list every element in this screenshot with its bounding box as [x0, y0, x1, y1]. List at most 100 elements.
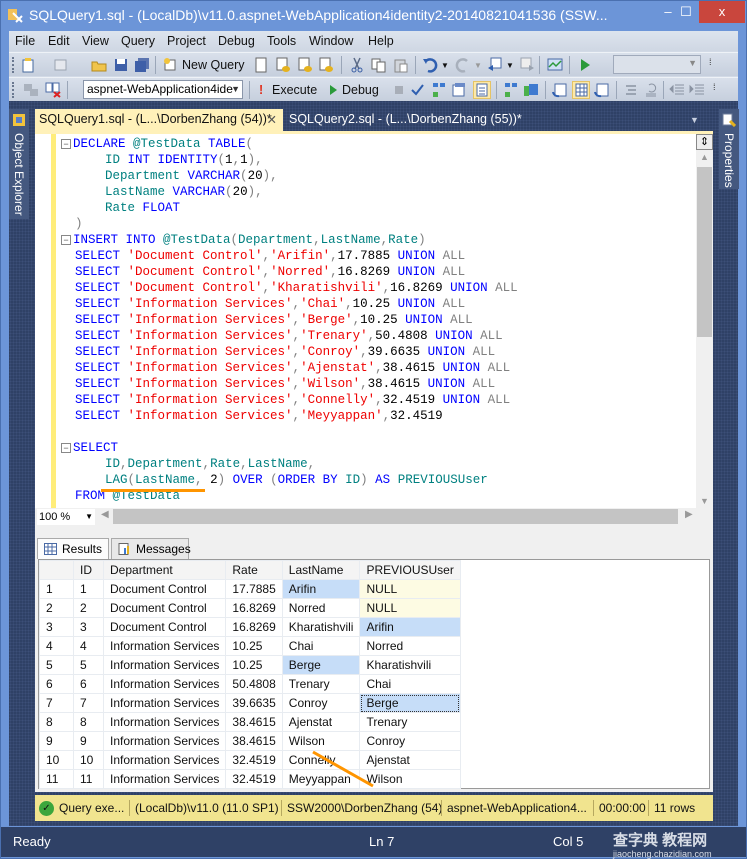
row-number[interactable]: 5 [39, 655, 74, 675]
display-estimated-plan-icon[interactable] [431, 82, 447, 98]
execute-icon[interactable]: ! [259, 83, 263, 97]
new-query-icon[interactable] [162, 57, 178, 73]
grid-cell[interactable]: 38.4615 [225, 731, 283, 751]
grid-cell[interactable]: Conroy [359, 731, 461, 751]
tab-sqlquery2[interactable]: SQLQuery2.sql - (L...\DorbenZhang (55))* [285, 109, 526, 131]
grid-cell[interactable]: Norred [359, 636, 461, 656]
table-row[interactable]: 10 10 Information Services 32.4519 Connelly A… [39, 750, 461, 770]
menu-help[interactable]: Help [368, 34, 394, 48]
table-row[interactable]: 9 9 Information Services 38.4615 Wilson Conro… [39, 731, 461, 751]
grid-cell[interactable]: Information Services [102, 674, 227, 694]
row-number[interactable]: 4 [39, 636, 74, 656]
tab-sqlquery1[interactable]: SQLQuery1.sql - (L...\DorbenZhang (54))*… [35, 109, 283, 131]
grid-cell[interactable]: 9 [73, 731, 104, 751]
grid-cell[interactable]: 32.4519 [225, 769, 283, 789]
grid-cell[interactable]: Chai [281, 636, 361, 656]
connect-icon[interactable] [23, 82, 39, 98]
grid-cell[interactable]: Ajenstat [359, 750, 461, 770]
sql-editor[interactable]: − DECLARE @TestData TABLE( ID INT IDENTIT… [35, 131, 713, 508]
grid-cell[interactable]: Conroy [281, 693, 361, 713]
grid-cell[interactable]: 16.8269 [225, 617, 283, 637]
menu-debug[interactable]: Debug [218, 34, 255, 48]
available-databases-select[interactable]: aspnet-WebApplication4ide ▼ [83, 80, 243, 99]
include-actual-plan-icon[interactable] [503, 82, 519, 98]
grid-cell[interactable]: 7 [73, 693, 104, 713]
row-number[interactable]: 7 [39, 693, 74, 713]
redo-icon[interactable] [455, 57, 471, 73]
menu-tools[interactable]: Tools [267, 34, 296, 48]
table-row[interactable]: 2 2 Document Control 16.8269 Norred NULL [39, 598, 461, 618]
table-row[interactable]: 6 6 Information Services 50.4808 Trenary Chai [39, 674, 461, 694]
disconnect-icon[interactable] [45, 82, 61, 98]
row-number[interactable]: 10 [39, 750, 74, 770]
grid-cell[interactable]: 11 [73, 769, 104, 789]
grid-cell[interactable]: Information Services [102, 731, 227, 751]
results-to-text-icon[interactable] [552, 82, 568, 98]
debug-play-icon[interactable] [325, 82, 341, 98]
grid-cell[interactable]: Trenary [281, 674, 361, 694]
grid-cell[interactable]: 3 [73, 617, 104, 637]
execute-button[interactable]: Execute [272, 83, 317, 97]
increase-indent-icon[interactable] [689, 82, 705, 98]
column-header[interactable]: PREVIOUSUser [359, 560, 461, 580]
collapse-region-icon[interactable]: − [61, 443, 71, 453]
grid-cell[interactable]: Berge [281, 655, 361, 675]
collapse-region-icon[interactable]: − [61, 139, 71, 149]
intellisense-enabled-icon[interactable] [473, 81, 491, 99]
results-to-file-icon[interactable] [594, 82, 610, 98]
grid-cell[interactable]: 39.6635 [225, 693, 283, 713]
scroll-left-icon[interactable]: ◀ [101, 509, 109, 520]
menu-query[interactable]: Query [121, 34, 155, 48]
menu-edit[interactable]: Edit [48, 34, 70, 48]
grid-cell[interactable]: Wilson [281, 731, 361, 751]
object-explorer-tab[interactable]: Object Explorer [9, 109, 29, 219]
row-number[interactable]: 8 [39, 712, 74, 732]
grid-cell[interactable]: Ajenstat [281, 712, 361, 732]
grid-cell[interactable]: 10.25 [225, 655, 283, 675]
grid-cell[interactable]: Kharatishvili [359, 655, 461, 675]
zoom-select[interactable]: 100 % ▼ [37, 509, 95, 525]
parse-checkmark-icon[interactable] [409, 82, 425, 98]
grid-cell[interactable]: Information Services [102, 693, 227, 713]
maximize-button[interactable]: ☐ [673, 1, 699, 23]
grid-cell[interactable]: 4 [73, 636, 104, 656]
split-window-icon[interactable]: ⇕ [696, 134, 713, 150]
grid-cell[interactable]: Information Services [102, 712, 227, 732]
grid-cell[interactable]: Kharatishvili [281, 617, 361, 637]
column-header[interactable] [39, 560, 74, 580]
grid-cell[interactable]: NULL [359, 579, 461, 599]
table-row[interactable]: 4 4 Information Services 10.25 Chai Norred [39, 636, 461, 656]
row-number[interactable]: 9 [39, 731, 74, 751]
toolbar-grip[interactable] [12, 82, 15, 98]
new-project-icon[interactable] [21, 57, 37, 73]
row-number[interactable]: 6 [39, 674, 74, 694]
grid-cell[interactable]: Information Services [102, 769, 227, 789]
scroll-right-icon[interactable]: ▶ [685, 509, 693, 520]
horizontal-scroll-thumb[interactable] [113, 509, 678, 524]
grid-cell[interactable]: Connelly [281, 750, 361, 770]
database-engine-query-icon[interactable] [253, 57, 269, 73]
grid-cell[interactable]: Information Services [102, 750, 227, 770]
copy-icon[interactable] [371, 57, 387, 73]
add-item-icon[interactable] [53, 57, 69, 73]
close-tab-icon[interactable]: ✕ [267, 112, 277, 127]
grid-cell[interactable]: 16.8269 [225, 598, 283, 618]
toolbar-overflow-icon[interactable]: ⁞ [709, 57, 712, 67]
grid-cell[interactable]: 10 [73, 750, 104, 770]
comment-lines-icon[interactable] [623, 82, 639, 98]
menu-file[interactable]: File [15, 34, 35, 48]
grid-cell[interactable]: 6 [73, 674, 104, 694]
tab-messages[interactable]: Messages [111, 538, 191, 559]
grid-cell[interactable]: Information Services [102, 655, 227, 675]
grid-cell[interactable]: Document Control [102, 617, 227, 637]
grid-cell[interactable]: Arifin [359, 617, 461, 637]
grid-cell[interactable]: Information Services [102, 636, 227, 656]
grid-cell[interactable]: 17.7885 [225, 579, 283, 599]
client-statistics-icon[interactable] [523, 82, 539, 98]
new-query-button[interactable]: New Query [182, 58, 245, 72]
dmx-query-icon[interactable] [297, 57, 313, 73]
toolbar-overflow-icon[interactable]: ⁞ [713, 82, 716, 92]
activity-monitor-icon[interactable] [547, 57, 563, 73]
grid-cell[interactable]: Berge [359, 693, 461, 713]
decrease-indent-icon[interactable] [669, 82, 685, 98]
